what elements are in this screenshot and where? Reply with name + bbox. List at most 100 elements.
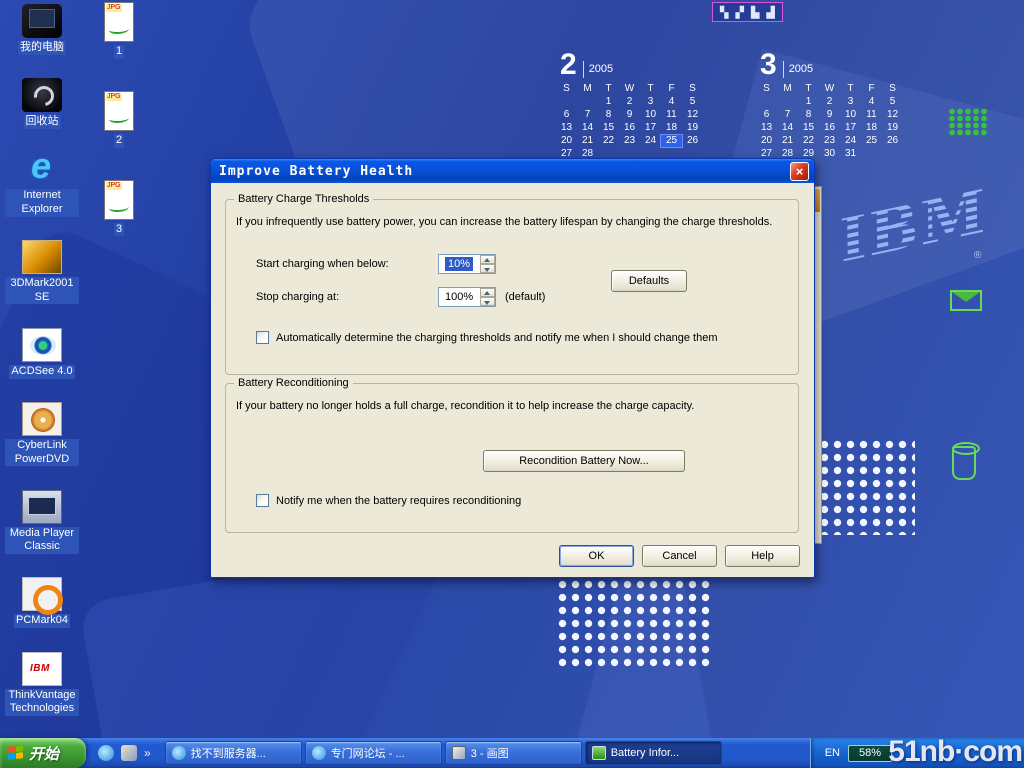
dialog-buttons: OK Cancel Help (211, 545, 814, 567)
desktop-file-2[interactable]: JPG 2 (90, 91, 148, 148)
calendar-day-header: W (619, 83, 640, 95)
taskbar: 开始 » 找不到服务器... 专门网论坛 - ... 3 - 画图 Batter… (0, 738, 1024, 768)
toolbar-icon-1[interactable]: ▚ (720, 6, 728, 19)
calendar-date (861, 148, 882, 160)
auto-determine-checkbox-row[interactable]: Automatically determine the charging thr… (256, 331, 717, 344)
ibm-registered-mark: ® (974, 250, 981, 261)
dialog-titlebar[interactable]: Improve Battery Health × (211, 159, 814, 183)
internet-explorer-quicklaunch-icon[interactable] (98, 745, 114, 761)
default-note: (default) (505, 291, 545, 303)
recondition-battery-button[interactable]: Recondition Battery Now... (483, 450, 685, 472)
battery-reconditioning-group: Battery Reconditioning If your battery n… (225, 383, 799, 533)
calendar-day-header: T (840, 83, 861, 95)
desktop-icon-label: CyberLink PowerDVD (5, 439, 79, 467)
calendar-day-header: M (777, 83, 798, 95)
calendar-date: 23 (819, 135, 840, 147)
calendar-date: 20 (756, 135, 777, 147)
desktop-icon-label: 3 (114, 223, 124, 237)
calendar-date: 13 (756, 122, 777, 134)
thresholds-group-title: Battery Charge Thresholds (234, 193, 373, 205)
desktop-icon-internet-explorer[interactable]: Internet Explorer (4, 152, 80, 217)
mpc-icon (22, 490, 62, 524)
desktop-icon-powerdvd[interactable]: CyberLink PowerDVD (4, 402, 80, 467)
desktop-icon-pcmark04[interactable]: PCMark04 (4, 577, 80, 628)
language-indicator[interactable]: EN (825, 747, 840, 759)
taskbar-buttons: 找不到服务器... 专门网论坛 - ... 3 - 画图 Battery Inf… (159, 741, 810, 765)
help-button[interactable]: Help (725, 545, 800, 567)
stop-threshold-spinbox[interactable]: 100% (438, 287, 496, 307)
calendar-date (556, 96, 577, 108)
start-button[interactable]: 开始 (0, 738, 86, 768)
desktop-icon-recycle-bin[interactable]: 回收站 (4, 78, 80, 129)
my-computer-icon (22, 4, 62, 38)
calendar-date: 6 (756, 109, 777, 121)
calendar-date: 4 (661, 96, 682, 108)
calendar-date (577, 96, 598, 108)
close-button[interactable]: × (790, 162, 809, 181)
paint-icon (452, 746, 466, 760)
calendar-date: 8 (598, 109, 619, 121)
calendar-date: 2 (819, 96, 840, 108)
desktop-icon-acdsee[interactable]: ACDSee 4.0 (4, 328, 80, 379)
spin-up-button[interactable] (480, 255, 495, 264)
toolbar-icon-2[interactable]: ▞ (735, 6, 743, 19)
desktop-file-1[interactable]: JPG 1 (90, 2, 148, 59)
auto-determine-checkbox[interactable] (256, 331, 269, 344)
taskbar-button[interactable]: 专门网论坛 - ... (305, 741, 442, 765)
improve-battery-health-dialog: Improve Battery Health × Battery Charge … (210, 158, 815, 578)
calendar-date (777, 96, 798, 108)
calendar-date: 26 (682, 135, 703, 147)
ok-button[interactable]: OK (559, 545, 634, 567)
cancel-button[interactable]: Cancel (642, 545, 717, 567)
calendar-date: 19 (882, 122, 903, 134)
calendar-month: 2 (560, 52, 577, 78)
battery-tray-indicator[interactable]: 58% (848, 745, 892, 762)
quick-launch-chevron-icon[interactable]: » (144, 746, 151, 760)
calendar-date: 6 (556, 109, 577, 121)
taskbar-button[interactable]: Battery Infor... (585, 741, 722, 765)
desktop-files: JPG 1 JPG 2 JPG 3 (90, 2, 148, 236)
calendar-date: 21 (777, 135, 798, 147)
spin-down-button[interactable] (480, 297, 495, 306)
jpg-file-icon: JPG (104, 91, 134, 131)
calendar-day-header: S (682, 83, 703, 95)
taskbar-button[interactable]: 3 - 画图 (445, 741, 582, 765)
desktop-icon-thinkvantage[interactable]: ThinkVantage Technologies (4, 652, 80, 717)
desktop-icon-my-computer[interactable]: 我的电脑 (4, 4, 80, 55)
reconditioning-group-title: Battery Reconditioning (234, 377, 353, 389)
desktop-icon-3dmark2001[interactable]: 3DMark2001 SE (4, 240, 80, 305)
calendar-date: 17 (840, 122, 861, 134)
spin-up-button[interactable] (480, 288, 495, 297)
desktop-icon-mpc[interactable]: Media Player Classic (4, 490, 80, 555)
calendar-march: 3 2005SMTWTFS123456789101112131415161718… (756, 52, 908, 160)
calendar-date: 14 (577, 122, 598, 134)
site-watermark: 51nb·com (888, 735, 1022, 768)
calendar-date: 7 (777, 109, 798, 121)
desktop-file-3[interactable]: JPG 3 (90, 180, 148, 237)
notify-reconditioning-checkbox[interactable] (256, 494, 269, 507)
desktop-mini-toolbar: ▚ ▞ ▙ ▟ (712, 2, 783, 22)
calendar-day-header: T (640, 83, 661, 95)
show-desktop-icon[interactable] (121, 745, 137, 761)
calendar-date: 25 (661, 135, 682, 147)
calendar-date: 23 (619, 135, 640, 147)
pcmark04-icon (22, 577, 62, 611)
desktop-icon-label: 回收站 (24, 115, 61, 129)
defaults-button[interactable]: Defaults (611, 270, 687, 292)
taskbar-button[interactable]: 找不到服务器... (165, 741, 302, 765)
toolbar-icon-3[interactable]: ▙ (751, 6, 759, 19)
calendar-day-header: F (861, 83, 882, 95)
calendar-date: 14 (777, 122, 798, 134)
jpg-file-icon: JPG (104, 180, 134, 220)
battery-cylinder-icon (952, 446, 976, 480)
notify-reconditioning-checkbox-row[interactable]: Notify me when the battery requires reco… (256, 494, 521, 507)
spin-down-button[interactable] (480, 264, 495, 273)
calendar-date: 19 (682, 122, 703, 134)
start-threshold-spinbox[interactable]: 10% (438, 254, 496, 274)
calendar-date: 3 (840, 96, 861, 108)
calendar-date (882, 148, 903, 160)
start-threshold-value: 10% (445, 257, 473, 271)
calendar-date: 21 (577, 135, 598, 147)
calendar-day-header: S (756, 83, 777, 95)
toolbar-icon-4[interactable]: ▟ (766, 6, 774, 19)
